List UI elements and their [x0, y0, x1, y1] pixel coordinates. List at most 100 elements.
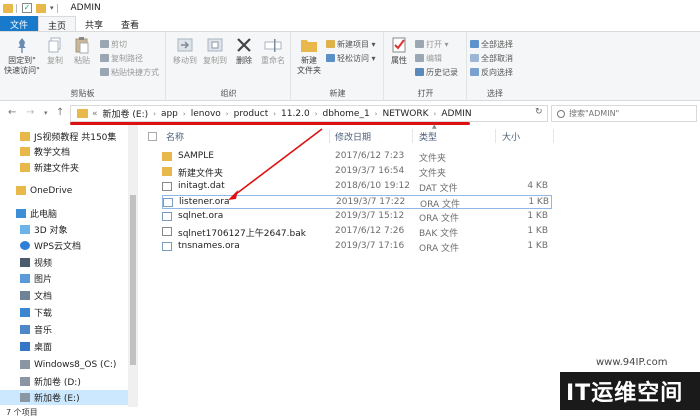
pin-quick-access-button[interactable]: 固定到" 快速访问"	[2, 36, 42, 76]
nav-item-new-folder[interactable]: 新建文件夹	[0, 160, 128, 175]
chevron-right-icon[interactable]: ›	[434, 110, 437, 118]
invert-selection-button[interactable]: 反向选择	[470, 67, 513, 78]
file-row-listener-ora[interactable]: listener.ora 2019/3/7 17:22 ORA 文件 1 KB	[162, 195, 552, 210]
column-header-date[interactable]: 修改日期	[335, 128, 371, 144]
nav-item-drive-c[interactable]: Windows8_OS (C:)	[0, 357, 128, 372]
breadcrumb-lenovo[interactable]: lenovo	[191, 109, 221, 119]
edit-button[interactable]: 编辑	[415, 53, 442, 64]
delete-icon	[235, 36, 253, 54]
chevron-right-icon[interactable]: ›	[315, 110, 318, 118]
nav-scrollbar-thumb[interactable]	[130, 195, 136, 365]
watermark-logo-text: IT运维空间	[566, 381, 684, 406]
nav-item-music[interactable]: 音乐	[0, 322, 128, 337]
copy-path-icon	[100, 54, 109, 62]
nav-item-teaching-docs[interactable]: 教学文档	[0, 144, 128, 159]
history-button[interactable]: 历史记录	[415, 67, 458, 78]
move-to-button[interactable]: 移动到	[171, 36, 199, 66]
paste-shortcut-button[interactable]: 粘贴快捷方式	[100, 67, 159, 78]
nav-item-3d-objects[interactable]: 3D 对象	[0, 222, 128, 237]
file-row[interactable]: sqlnet1706127上午2647.bak 2017/6/12 7:26 B…	[162, 225, 552, 239]
nav-item-this-pc[interactable]: 此电脑	[0, 206, 128, 221]
column-header-size[interactable]: 大小	[502, 128, 520, 144]
new-item-button[interactable]: 新建项目 ▾	[326, 39, 376, 50]
select-all-checkbox[interactable]	[148, 131, 157, 141]
back-arrow-icon[interactable]: ←	[8, 107, 16, 118]
chevron-right-icon[interactable]: ›	[226, 110, 229, 118]
breadcrumb-version[interactable]: 11.2.0	[281, 109, 310, 119]
file-row[interactable]: sqlnet.ora 2019/3/7 15:12 ORA 文件 1 KB	[162, 210, 552, 224]
item-count: 7 个项目	[6, 408, 38, 417]
chevron-right-icon[interactable]: ›	[153, 110, 156, 118]
search-box[interactable]	[551, 105, 697, 122]
nav-scrollbar[interactable]	[128, 125, 138, 407]
nav-item-desktop[interactable]: 桌面	[0, 339, 128, 354]
column-header-type[interactable]: 类型	[419, 128, 437, 144]
select-none-button[interactable]: 全部取消	[470, 53, 513, 64]
properties-button[interactable]: 属性	[387, 36, 411, 66]
column-header-name[interactable]: 名称	[166, 128, 184, 144]
paste-icon	[73, 36, 91, 54]
tab-file[interactable]: 文件	[0, 16, 38, 31]
clipboard-group: 固定到" 快速访问" 复制 粘贴 剪切 复制路径 粘贴快捷方式 剪贴板	[0, 32, 166, 101]
new-folder-quick-icon[interactable]	[36, 3, 46, 13]
cut-button[interactable]: 剪切	[100, 39, 127, 50]
nav-item-drive-d[interactable]: 新加卷 (D:)	[0, 374, 128, 389]
nav-item-downloads[interactable]: 下载	[0, 305, 128, 320]
copy-button[interactable]: 复制	[44, 36, 66, 66]
paste-shortcut-icon	[100, 68, 109, 76]
breadcrumb-network[interactable]: NETWORK	[382, 109, 428, 119]
nav-item-pictures[interactable]: 图片	[0, 271, 128, 286]
select-none-icon	[470, 54, 479, 62]
address-field[interactable]: « 新加卷 (E:) › app › lenovo › product › 11…	[70, 105, 548, 122]
open-icon	[415, 40, 424, 48]
rename-button[interactable]: 重命名	[259, 36, 287, 66]
properties-check-icon[interactable]: ✓	[22, 3, 32, 13]
delete-button[interactable]: 删除	[233, 36, 255, 66]
file-row[interactable]: SAMPLE 2017/6/12 7:23 文件夹	[162, 150, 552, 164]
folder-icon	[162, 152, 172, 161]
quick-access-dropdown-icon[interactable]: ▾	[50, 4, 54, 12]
paste-button[interactable]: 粘贴	[70, 36, 94, 66]
refresh-icon[interactable]: ↻	[535, 107, 543, 117]
recent-dropdown-icon[interactable]: ▾	[44, 109, 48, 117]
chevron-right-icon[interactable]: ›	[375, 110, 378, 118]
folder-icon	[20, 147, 30, 156]
tab-view[interactable]: 查看	[112, 16, 148, 31]
breadcrumb-app[interactable]: app	[161, 109, 178, 119]
easy-access-button[interactable]: 轻松访问 ▾	[326, 53, 376, 64]
ribbon-tabs: 文件 主页 共享 查看	[0, 16, 700, 32]
video-icon	[20, 258, 30, 267]
file-row[interactable]: 新建文件夹 2019/3/7 16:54 文件夹	[162, 165, 552, 179]
picture-icon	[20, 274, 30, 283]
tab-share[interactable]: 共享	[76, 16, 112, 31]
tab-home[interactable]: 主页	[38, 16, 77, 32]
breadcrumb-admin[interactable]: ADMIN	[441, 109, 471, 119]
computer-icon	[16, 209, 26, 218]
file-row[interactable]: tnsnames.ora 2019/3/7 17:16 ORA 文件 1 KB	[162, 240, 552, 254]
up-arrow-icon[interactable]: ↑	[56, 107, 64, 118]
select-all-button[interactable]: 全部选择	[470, 39, 513, 50]
nav-item-js-tutorial[interactable]: JS视频教程 共150集	[0, 129, 128, 144]
chevron-right-icon[interactable]: ›	[183, 110, 186, 118]
nav-item-wps-cloud[interactable]: WPS云文档	[0, 238, 128, 253]
search-input[interactable]	[569, 109, 689, 118]
file-row[interactable]: initagt.dat 2018/6/10 19:12 DAT 文件 4 KB	[162, 180, 552, 194]
select-all-icon	[470, 40, 479, 48]
breadcrumb-drive-e[interactable]: 新加卷 (E:)	[103, 107, 149, 120]
chevron-right-icon[interactable]: ›	[273, 110, 276, 118]
open-button[interactable]: 打开 ▾	[415, 39, 449, 50]
nav-item-drive-e[interactable]: 新加卷 (E:)	[0, 390, 128, 405]
ora-file-icon	[162, 242, 172, 251]
new-folder-button[interactable]: 新建 文件夹	[294, 36, 324, 76]
clipboard-group-label: 剪贴板	[70, 89, 95, 98]
column-header-checkbox[interactable]	[148, 128, 157, 144]
copy-path-button[interactable]: 复制路径	[100, 53, 143, 64]
nav-item-documents[interactable]: 文档	[0, 288, 128, 303]
nav-item-videos[interactable]: 视频	[0, 255, 128, 270]
copy-to-button[interactable]: 复制到	[201, 36, 229, 66]
breadcrumb-product[interactable]: product	[234, 109, 269, 119]
folder-icon	[20, 163, 30, 172]
nav-item-onedrive[interactable]: OneDrive	[0, 183, 128, 198]
forward-arrow-icon[interactable]: →	[26, 107, 34, 118]
breadcrumb-dbhome[interactable]: dbhome_1	[323, 109, 370, 119]
